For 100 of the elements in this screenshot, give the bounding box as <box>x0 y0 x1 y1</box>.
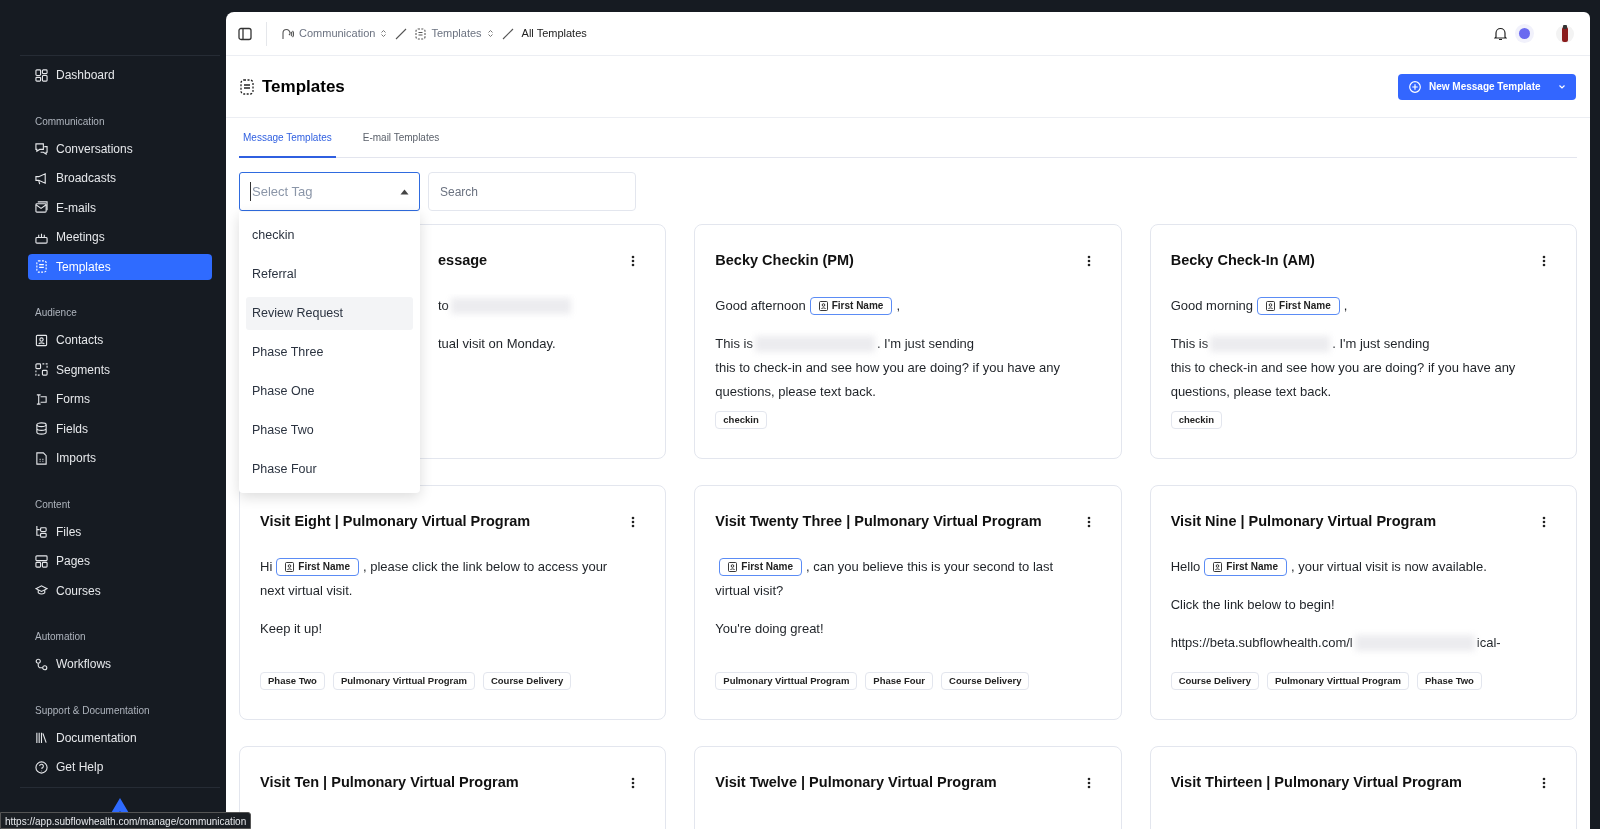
message-text: , <box>1343 297 1348 315</box>
more-icon[interactable] <box>1542 777 1546 789</box>
tag: Course Delivery <box>1170 672 1259 690</box>
books-icon <box>35 731 48 744</box>
more-icon[interactable] <box>631 255 636 267</box>
contact-card-icon <box>728 562 738 572</box>
sidebar-item[interactable]: Courses <box>28 577 212 604</box>
message-text: Click the link below to begin! <box>1170 596 1335 614</box>
message-text: , can you believe this is your second to last <box>806 558 1054 576</box>
contact-card-icon <box>1266 301 1276 311</box>
bell-icon[interactable] <box>1494 26 1507 41</box>
template-card[interactable]: Visit Twenty Three | Pulmonary Virtual Program First Name , can you believe this is your second to last virtual visit? You're doing great! Pulmonary Virttual Program Phase Four Course Delivery <box>694 485 1122 720</box>
card-title: Visit Nine | Pulmonary Virtual Program <box>1170 512 1437 532</box>
template-card[interactable]: Becky Check-In (AM) Good morning First Name , This is . I'm just sending this to check-in and see how you are doing? if you have any questions, please text back. checkin <box>1149 224 1577 459</box>
template-card[interactable]: Visit Eight | Pulmonary Virtual Program Hi First Name , please click the link below to access your next virtual visit. Keep it up! Phase Two Pulmonary Virttual Program Course Delivery <box>239 485 667 720</box>
template-card[interactable]: Visit Thirteen | Pulmonary Virtual Program <box>1149 746 1577 829</box>
sidebar-item[interactable]: Imports <box>28 445 212 471</box>
chat-icon <box>35 142 48 155</box>
tab[interactable]: Message Templates <box>239 118 336 158</box>
sidebar-item[interactable]: Files <box>28 518 212 545</box>
sidebar-item[interactable]: Meetings <box>28 224 212 250</box>
variable-chip: First Name <box>1204 558 1287 576</box>
template-icon <box>415 27 427 40</box>
message-text: virtual visit? <box>715 582 784 600</box>
variable-chip: First Name <box>809 297 893 315</box>
breadcrumb-menu[interactable]: Communication <box>281 25 388 42</box>
sidebar-item[interactable]: Dashboard <box>28 62 212 88</box>
chevron-up-down-icon <box>380 29 388 38</box>
more-icon[interactable] <box>631 777 636 789</box>
dropdown-option[interactable]: Phase Three <box>246 336 413 369</box>
more-icon[interactable] <box>1086 255 1091 267</box>
message-text: ical- <box>1476 634 1501 652</box>
tag: Pulmonary Virttual Program <box>332 672 475 690</box>
dropdown-option[interactable]: Review Request <box>246 297 413 330</box>
template-icon <box>240 78 254 95</box>
more-icon[interactable] <box>1086 516 1091 528</box>
card-title: essage <box>438 251 488 271</box>
variable-chip: First Name <box>1257 297 1340 315</box>
tag: Phase Two <box>260 672 325 690</box>
search-field[interactable]: Search <box>428 172 636 211</box>
message-text: Hello <box>1170 558 1201 576</box>
document-icon <box>35 451 48 465</box>
caret-up-icon <box>400 188 409 195</box>
sidebar-item[interactable]: E-mails <box>28 194 212 221</box>
sidebar-item[interactable]: Forms <box>28 386 212 412</box>
message-text: to <box>438 297 449 315</box>
new-template-button[interactable]: New Message Template <box>1398 73 1576 100</box>
tab[interactable]: E-mail Templates <box>358 118 444 158</box>
message-text: questions, please text back. <box>1170 383 1332 401</box>
template-card[interactable] <box>1149 485 1577 720</box>
breadcrumb-current[interactable]: All Templates <box>521 25 587 42</box>
sidebar-item[interactable]: Pages <box>28 548 212 574</box>
message-text: Keep it up! <box>260 620 323 638</box>
card-title: Visit Thirteen | Pulmonary Virtual Program <box>1170 773 1462 793</box>
sidebar-toggle-icon[interactable] <box>238 21 267 46</box>
headset-icon <box>281 27 294 40</box>
sidebar-item[interactable]: Segments <box>28 356 212 383</box>
message-text: . I'm just sending <box>876 335 975 353</box>
sidebar-item[interactable]: Conversations <box>28 135 212 162</box>
sidebar-item[interactable]: Templates <box>28 253 212 280</box>
message-text: , your virtual visit is now available. <box>1290 558 1487 576</box>
layout-icon <box>35 554 48 568</box>
graduation-cap-icon <box>35 584 48 597</box>
plus-circle-icon <box>1409 80 1421 93</box>
more-icon[interactable] <box>631 516 636 528</box>
dropdown-option[interactable]: Phase One <box>246 375 413 408</box>
card-title: Visit Twenty Three | Pulmonary Virtual Program <box>715 512 1042 532</box>
sidebar-item[interactable]: Get Help <box>28 754 212 780</box>
sidebar-item[interactable]: Documentation <box>28 724 212 751</box>
tag: Course Delivery <box>482 672 572 690</box>
template-icon <box>35 260 48 273</box>
breadcrumb-menu[interactable]: Templates <box>415 25 494 42</box>
sidebar-item[interactable]: Workflows <box>28 651 212 677</box>
section-heading: Audience <box>34 306 78 320</box>
tag: Pulmonary Virttual Program <box>715 672 858 690</box>
breadcrumb-separator <box>501 27 514 40</box>
dropdown-option[interactable]: Phase Two <box>246 414 413 447</box>
message-text: questions, please text back. <box>715 383 876 401</box>
more-icon[interactable] <box>1542 255 1546 267</box>
message-text: Hi <box>260 558 273 576</box>
dropdown-option[interactable]: Referral <box>246 258 413 291</box>
tag: Course Delivery <box>941 672 1030 690</box>
template-card[interactable]: Visit Twelve | Pulmonary Virtual Program <box>694 746 1122 829</box>
message-text: next virtual visit. <box>260 582 353 600</box>
sidebar-item[interactable]: Broadcasts <box>28 165 212 191</box>
more-icon[interactable] <box>1542 516 1546 528</box>
section-heading: Communication <box>34 114 106 129</box>
chevron-down-icon <box>1558 83 1566 90</box>
contact-card-icon <box>818 301 828 311</box>
more-icon[interactable] <box>1086 777 1091 789</box>
database-icon <box>35 422 48 435</box>
avatar-icon[interactable] <box>1556 23 1574 44</box>
sidebar-item[interactable]: Contacts <box>28 327 212 353</box>
variable-chip: First Name <box>719 558 802 576</box>
sidebar-item[interactable]: Fields <box>28 415 212 442</box>
template-card[interactable]: Becky Checkin (PM) Good afternoon First Name , This is . I'm just sending this to check-in and see how you are doing? if you have any questions, please text back. checkin <box>694 224 1122 459</box>
section-heading: Content <box>34 497 72 512</box>
grid-icon <box>35 68 48 82</box>
tag: Pulmonary Virttual Program <box>1267 672 1409 690</box>
contact-card-icon <box>285 562 295 572</box>
